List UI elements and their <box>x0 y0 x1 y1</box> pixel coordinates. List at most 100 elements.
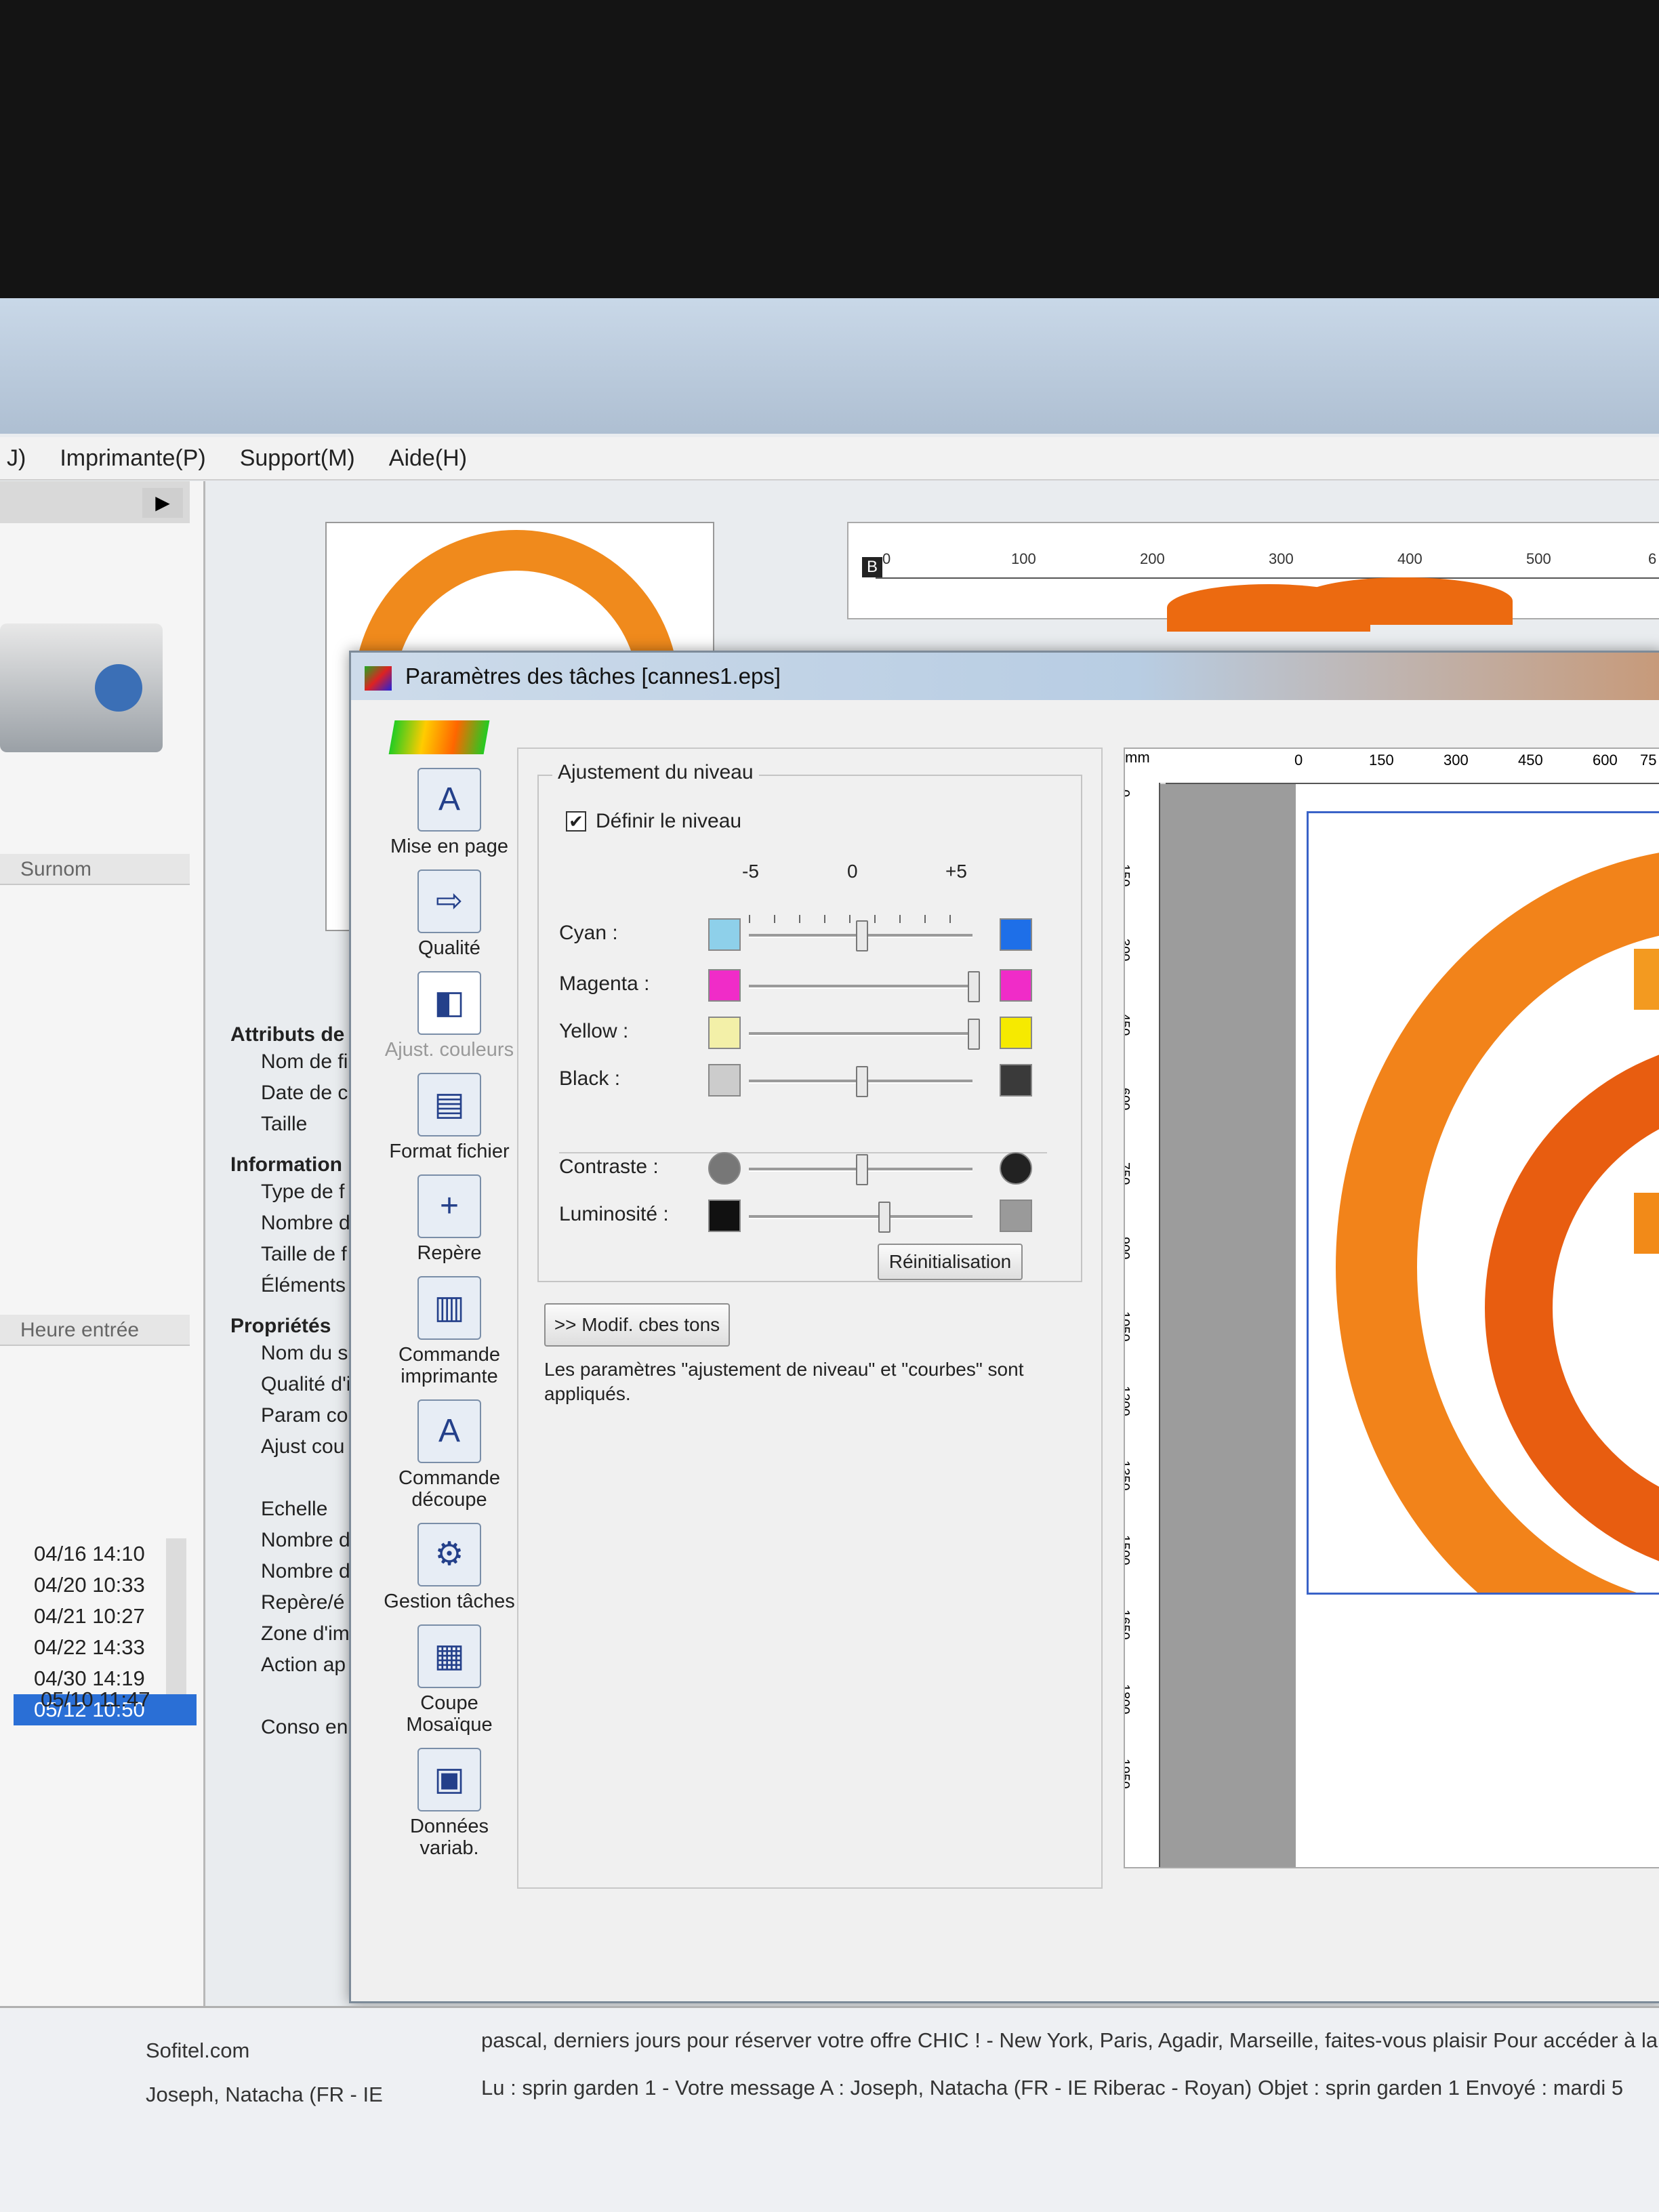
ruler-tick-label: 600 <box>1124 1088 1132 1111</box>
ruler-tick-label: 900 <box>1124 1237 1132 1260</box>
list-item[interactable]: 04/22 14:33 <box>14 1632 197 1663</box>
swatch-right <box>1000 969 1032 1002</box>
ruler-tick-label: 1650 <box>1124 1610 1132 1640</box>
email-preview-line[interactable]: Lu : sprin garden 1 - Votre message A : … <box>481 2076 1623 2100</box>
artwork-preview-shape <box>1296 577 1513 625</box>
tone-curve-button[interactable]: >> Modif. cbes tons <box>544 1303 730 1347</box>
slider-thumb[interactable] <box>856 1154 868 1185</box>
job-preview: mm 0 150 300 450 600 75 0 150 300 450 60… <box>1124 747 1659 1868</box>
horizontal-ruler: 0 100 200 300 400 500 6 <box>876 550 1659 579</box>
job-properties: Attributs de Nom de fi Date de c Taille … <box>230 1010 366 1743</box>
nav-item-cut-command[interactable]: A Commande découpe <box>382 1399 517 1511</box>
quality-icon: ⇨ <box>417 869 481 933</box>
property-label: Nom du s <box>261 1342 348 1364</box>
property-label: Repère/é <box>261 1591 345 1614</box>
group-title: Ajustement du niveau <box>552 761 759 784</box>
nav-item-file-format[interactable]: ▤ Format fichier <box>382 1073 517 1162</box>
email-preview-text: Lu : sprin garden 1 - Votre message A : … <box>481 2076 1624 2100</box>
menu-printer[interactable]: Imprimante(P) <box>60 445 205 472</box>
list-item[interactable]: 04/16 14:10 <box>14 1538 197 1570</box>
email-preview-line[interactable]: pascal, derniers jours pour réserver vot… <box>481 2028 1658 2053</box>
nav-item-page-layout[interactable]: A Mise en page <box>382 768 517 857</box>
color-adjust-icon: ◧ <box>417 971 481 1035</box>
slider-row-magenta: Magenta : <box>559 966 1061 1006</box>
swatch-right <box>1000 1064 1032 1097</box>
ruler-unit: mm <box>1125 749 1167 783</box>
slider-row-yellow: Yellow : <box>559 1013 1061 1054</box>
ruler-tick-label: 1200 <box>1124 1386 1132 1416</box>
slider-label: Luminosité : <box>559 1203 669 1225</box>
section-heading: Attributs de <box>230 1023 345 1046</box>
ruler-tick-label: 450 <box>1124 1013 1132 1036</box>
ruler-tick-label: 200 <box>1140 550 1165 567</box>
slider-row-brightness: Luminosité : <box>559 1196 1061 1237</box>
ruler-tick-label: 1950 <box>1124 1759 1132 1789</box>
nav-label: Coupe Mosaïque <box>406 1692 493 1736</box>
property-label: Echelle <box>261 1498 328 1520</box>
list-item[interactable]: 04/21 10:27 <box>14 1601 197 1632</box>
reset-button[interactable]: Réinitialisation <box>878 1244 1023 1280</box>
slider-track[interactable] <box>749 1215 972 1219</box>
slider-thumb[interactable] <box>856 920 868 951</box>
ruler-tick-label: 1050 <box>1124 1311 1132 1342</box>
slider-track[interactable] <box>749 1032 972 1036</box>
slider-thumb[interactable] <box>968 1019 980 1050</box>
nav-item-task-management[interactable]: ⚙ Gestion tâches <box>382 1523 517 1612</box>
printer-control-knob <box>95 664 142 712</box>
page-layout-icon: A <box>417 768 481 832</box>
slider-thumb[interactable] <box>878 1202 890 1233</box>
slider-label: Contraste : <box>559 1155 659 1178</box>
dialog-title-bar[interactable]: Paramètres des tâches [cannes1.eps] <box>351 653 1659 700</box>
ruler-tick-label: 1800 <box>1124 1684 1132 1715</box>
nav-item-quality[interactable]: ⇨ Qualité <box>382 869 517 959</box>
slider-row-black: Black : <box>559 1061 1061 1101</box>
monitor-screen: J) Imprimante(P) Support(M) Aide(H) ▶ Su… <box>0 298 1659 2212</box>
nav-label: Commande imprimante <box>398 1344 500 1387</box>
property-label: Conso en <box>261 1716 348 1738</box>
swatch-left <box>708 1017 741 1049</box>
layout-ruler-panel: B 0 100 200 300 400 500 6 <box>847 522 1659 632</box>
nav-item-marker[interactable]: + Repère <box>382 1174 517 1264</box>
brightness-high-icon <box>1000 1200 1032 1232</box>
nav-item-printer-command[interactable]: ▥ Commande imprimante <box>382 1276 517 1387</box>
menu-item[interactable]: J) <box>7 445 26 472</box>
ruler-tick-label: 0 <box>1294 752 1303 769</box>
column-header-nickname[interactable]: Surnom <box>0 854 190 885</box>
ruler-tick-label: 300 <box>1269 550 1294 567</box>
property-label: Nombre d <box>261 1560 350 1582</box>
notification-area: pascal, derniers jours pour réserver vot… <box>0 2006 1659 2212</box>
job-list-panel: ▶ Surnom Heure entrée 04/16 14:10 04/20 … <box>0 481 205 2212</box>
panel-scroll-right-button[interactable]: ▶ <box>142 488 183 518</box>
menu-help[interactable]: Aide(H) <box>389 445 467 472</box>
nav-item-variable-data[interactable]: ▣ Données variab. <box>382 1748 517 1859</box>
define-level-checkbox[interactable]: ✔ <box>566 811 586 832</box>
nav-label: Qualité <box>418 937 480 959</box>
property-label: Qualité d'i <box>261 1373 351 1395</box>
dialog-title: Paramètres des tâches [cannes1.eps] <box>405 663 781 689</box>
settings-note: Les paramètres "ajustement de niveau" et… <box>544 1359 1024 1404</box>
nav-label: Données variab. <box>409 1816 489 1859</box>
brightness-low-icon <box>708 1200 741 1232</box>
ruler-tick-label: 1500 <box>1124 1535 1132 1565</box>
nav-item-color-adjust[interactable]: ◧ Ajust. couleurs <box>382 971 517 1061</box>
nav-label: Gestion tâches <box>384 1591 515 1612</box>
printer-command-icon: ▥ <box>417 1276 481 1340</box>
slider-track[interactable] <box>749 985 972 989</box>
cut-command-icon: A <box>417 1399 481 1463</box>
list-item[interactable]: 05/10 11:47 <box>41 1687 150 1712</box>
slider-thumb[interactable] <box>856 1066 868 1097</box>
nav-label: Commande découpe <box>398 1467 500 1511</box>
define-level-row[interactable]: ✔ Définir le niveau <box>566 810 741 833</box>
ruler-tick-label: 1350 <box>1124 1460 1132 1491</box>
section-heading: Information <box>230 1153 342 1176</box>
list-item[interactable]: 04/20 10:33 <box>14 1570 197 1601</box>
slider-thumb[interactable] <box>968 971 980 1002</box>
property-spacer <box>230 1462 366 1494</box>
column-header-entry-time[interactable]: Heure entrée <box>0 1315 190 1346</box>
menu-support[interactable]: Support(M) <box>240 445 355 472</box>
nav-item-tile-cut[interactable]: ▦ Coupe Mosaïque <box>382 1624 517 1736</box>
app-icon <box>365 666 392 691</box>
task-management-icon: ⚙ <box>417 1523 481 1586</box>
preview-vertical-ruler: 0 150 300 450 600 750 900 1050 1200 1350… <box>1125 783 1160 1867</box>
scale-max: +5 <box>945 861 967 882</box>
